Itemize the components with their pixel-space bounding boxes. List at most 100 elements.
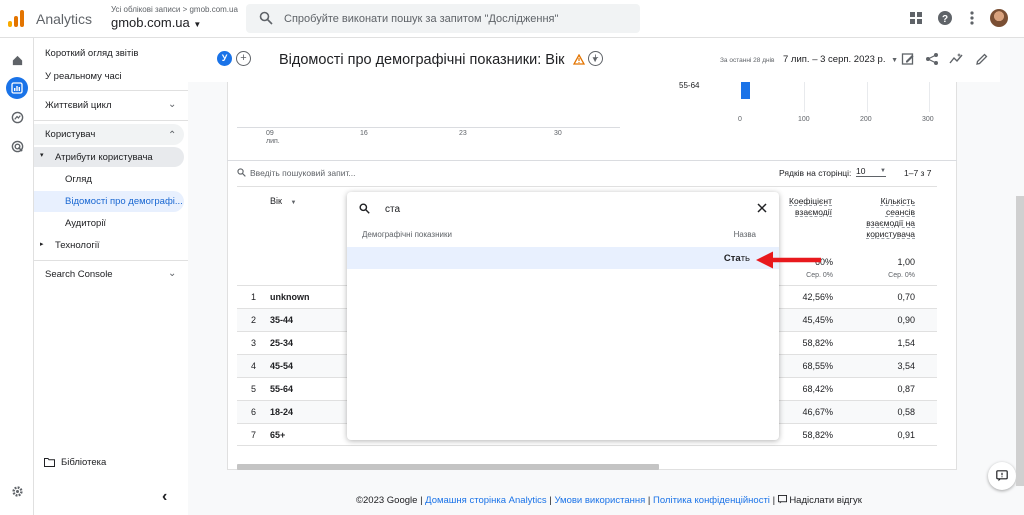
- explore-icon[interactable]: [6, 106, 28, 128]
- gridline: [867, 82, 868, 112]
- row-age: unknown: [270, 292, 310, 302]
- row-index: 1: [251, 292, 257, 302]
- dimension-header[interactable]: Вік ▼: [270, 196, 296, 206]
- warning-icon[interactable]: [572, 53, 585, 65]
- close-icon[interactable]: [757, 203, 767, 213]
- line-chart-x-tick: 30: [554, 130, 562, 137]
- nav-divider: [34, 90, 188, 91]
- reports-icon[interactable]: [6, 77, 28, 99]
- help-icon[interactable]: ?: [937, 10, 953, 26]
- rows-per-page-select[interactable]: 10 ▼: [856, 166, 886, 177]
- reports-nav: Короткий огляд звітів У реальному часі Ж…: [34, 38, 188, 515]
- header-line: користувача: [866, 229, 915, 239]
- global-search-input[interactable]: Спробуйте виконати пошук за запитом "Дос…: [246, 4, 640, 33]
- header-line: сеансів: [885, 207, 915, 217]
- vertical-scrollbar[interactable]: [1016, 196, 1024, 486]
- segment-chip[interactable]: У: [217, 51, 232, 66]
- nav-user-attributes[interactable]: Атрибути користувача: [55, 152, 153, 163]
- collapse-nav-icon[interactable]: ‹: [162, 488, 167, 506]
- edit-pencil-icon[interactable]: [975, 52, 989, 66]
- line-chart-x-tick: 16: [360, 130, 368, 137]
- customize-report-icon[interactable]: [901, 52, 915, 66]
- nav-reports-snapshot[interactable]: Короткий огляд звітів: [45, 48, 138, 59]
- red-arrow-annotation: [756, 251, 821, 269]
- insights-icon[interactable]: [949, 52, 963, 66]
- more-vert-icon[interactable]: [964, 10, 980, 26]
- add-comparison-icon[interactable]: +: [236, 51, 251, 66]
- bar-chart-x-tick: 300: [922, 116, 934, 123]
- settings-gear-icon[interactable]: [6, 480, 28, 502]
- row-index: 2: [251, 315, 257, 325]
- chevron-up-icon[interactable]: ⌃: [168, 130, 176, 141]
- add-filter-icon[interactable]: +: [588, 51, 603, 66]
- header-line: Кількість: [880, 196, 915, 206]
- feedback-button[interactable]: [988, 462, 1016, 490]
- nav-library[interactable]: Бібліотека: [61, 457, 106, 468]
- header-line: взаємодії: [795, 207, 832, 217]
- chevron-down-icon[interactable]: ⌄: [168, 99, 176, 110]
- popup-search-input[interactable]: ста: [385, 204, 400, 215]
- nav-lifecycle[interactable]: Життєвий цикл: [45, 100, 111, 111]
- table-search-placeholder: Введіть пошуковий запит...: [250, 168, 356, 178]
- engaged-sessions-total: 1,00: [897, 257, 915, 267]
- nav-overview[interactable]: Огляд: [65, 174, 92, 185]
- folder-icon: [44, 458, 55, 467]
- row-age: 18-24: [270, 407, 294, 417]
- row-age: 65+: [270, 430, 286, 440]
- dimension-header-label: Вік: [270, 196, 282, 206]
- horizontal-scrollbar[interactable]: [237, 464, 659, 470]
- footer-link-privacy[interactable]: Політика конфіденційності: [653, 495, 770, 506]
- row-engaged-sessions: 1,54: [897, 338, 915, 348]
- row-engagement-rate: 58,82%: [802, 430, 833, 440]
- nav-user[interactable]: Користувач: [45, 129, 95, 140]
- footer-link-analytics-home[interactable]: Домашня сторінка Analytics: [425, 495, 547, 506]
- footer-feedback-link[interactable]: Надіслати відгук: [789, 495, 862, 506]
- nav-divider: [34, 120, 188, 121]
- row-engagement-rate: 68,42%: [802, 384, 833, 394]
- row-engagement-rate: 42,56%: [802, 292, 833, 302]
- table-header-divider: [237, 186, 937, 187]
- nav-tech[interactable]: Технології: [55, 240, 100, 251]
- nav-realtime[interactable]: У реальному часі: [45, 71, 122, 82]
- line-chart-x-tick: 09 лип.: [266, 130, 280, 146]
- row-engagement-rate: 68,55%: [802, 361, 833, 371]
- row-index: 3: [251, 338, 257, 348]
- engaged-sessions-header[interactable]: Кількість сеансів взаємодії на користува…: [850, 196, 915, 240]
- chevron-down-icon[interactable]: ⌄: [168, 268, 176, 279]
- header-line: взаємодії на: [866, 218, 915, 228]
- search-icon: [237, 168, 246, 177]
- gridline: [929, 82, 930, 112]
- caret-right-icon[interactable]: ▸: [40, 240, 44, 248]
- nav-demographic-details[interactable]: Відомості про демографі...: [65, 196, 183, 207]
- dropdown-arrow-icon: ▼: [891, 57, 899, 64]
- apps-grid-icon[interactable]: [908, 10, 924, 26]
- footer-link-terms[interactable]: Умови використання: [554, 495, 645, 506]
- row-engaged-sessions: 0,58: [897, 407, 915, 417]
- engagement-rate-header[interactable]: Коефіцієнт взаємодії: [780, 196, 832, 218]
- account-breadcrumb[interactable]: Усі облікові записи > gmob.com.ua: [111, 5, 238, 14]
- analytics-logo-icon[interactable]: [8, 9, 24, 27]
- nav-search-console[interactable]: Search Console: [45, 269, 113, 280]
- caret-down-icon[interactable]: ▾: [40, 151, 44, 159]
- row-engaged-sessions: 0,87: [897, 384, 915, 394]
- nav-audiences[interactable]: Аудиторії: [65, 218, 106, 229]
- share-icon[interactable]: [925, 52, 939, 66]
- dropdown-arrow-icon: ▼: [880, 168, 886, 174]
- line-chart-x-axis: [237, 127, 620, 128]
- dimension-search-popup: ста Демографічні показники Назва Стать: [347, 192, 779, 440]
- app-name[interactable]: Analytics: [36, 11, 92, 27]
- row-engaged-sessions: 0,70: [897, 292, 915, 302]
- tick-day: 09: [266, 130, 274, 137]
- row-engagement-rate: 46,67%: [802, 407, 833, 417]
- date-range-selector[interactable]: 7 лип. – 3 серп. 2023 р. ▼: [783, 54, 898, 65]
- popup-result-item[interactable]: Стать: [347, 247, 779, 269]
- property-selector[interactable]: gmob.com.ua ▼: [111, 15, 201, 30]
- advertising-icon[interactable]: [6, 135, 28, 157]
- page-title: Відомості про демографічні показники: Ві…: [279, 52, 599, 68]
- table-search-input[interactable]: Введіть пошуковий запит...: [237, 168, 356, 178]
- user-avatar[interactable]: [990, 9, 1008, 27]
- bar-chart-x-tick: 200: [860, 116, 872, 123]
- home-icon[interactable]: [6, 49, 28, 71]
- row-engagement-rate: 58,82%: [802, 338, 833, 348]
- nav-divider: [34, 260, 188, 261]
